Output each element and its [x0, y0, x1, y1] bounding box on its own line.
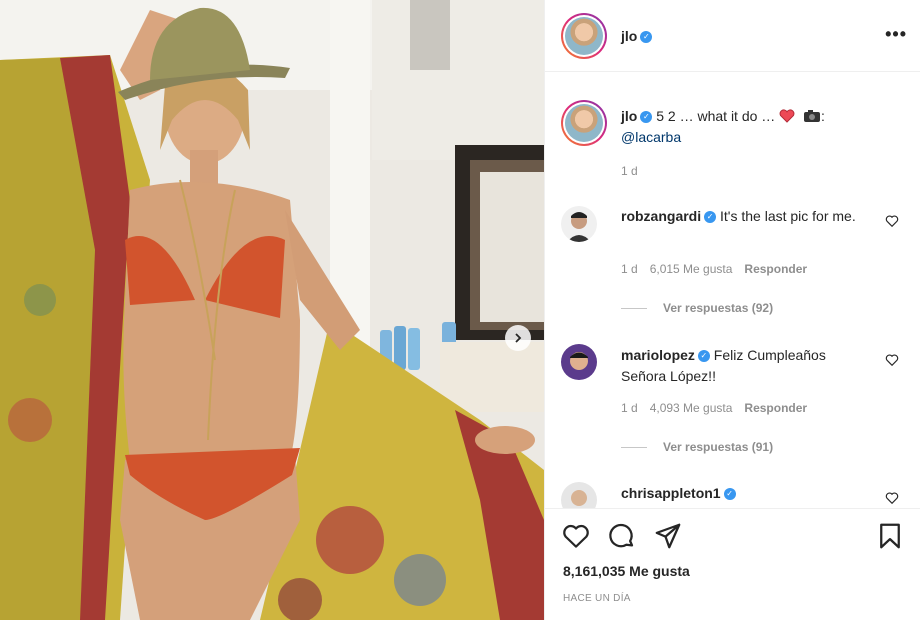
post-actions: 8,161,035 Me gusta HACE UN DÍA — [545, 508, 920, 620]
share-icon[interactable] — [653, 521, 683, 551]
verified-badge-icon: ✓ — [697, 350, 710, 363]
comment-like-heart-icon[interactable] — [885, 353, 899, 367]
chevron-right-icon — [515, 333, 522, 343]
view-replies-button[interactable]: Ver respuestas (91) — [621, 440, 773, 454]
comment-avatar[interactable] — [561, 344, 597, 380]
post-timestamp: HACE UN DÍA — [563, 593, 631, 604]
instagram-post: jlo ✓ ••• jlo ✓ 5 2 … what it do … : @la… — [0, 0, 920, 620]
caption-mention-link[interactable]: @lacarba — [621, 129, 681, 145]
view-replies-button[interactable]: Ver respuestas (92) — [621, 301, 773, 315]
avatar-image — [570, 352, 588, 370]
comment-meta: 1 d 4,093 Me gusta Responder — [621, 401, 819, 415]
reply-button[interactable]: Responder — [744, 262, 807, 276]
caption-avatar[interactable] — [561, 100, 607, 146]
comment-avatar[interactable] — [561, 206, 597, 242]
replies-divider — [621, 447, 647, 449]
replies-divider — [621, 308, 647, 310]
comment-time: 1 d — [621, 401, 638, 415]
verified-badge-icon: ✓ — [723, 488, 736, 501]
avatar-image — [571, 490, 587, 506]
view-replies-label[interactable]: Ver respuestas (91) — [663, 440, 773, 454]
caption: jlo ✓ 5 2 … what it do … : @lacarba — [621, 106, 891, 148]
comment-likes[interactable]: 6,015 Me gusta — [650, 262, 733, 276]
post-header: jlo ✓ ••• — [545, 0, 920, 72]
post-photo[interactable] — [0, 0, 544, 620]
comments-list[interactable]: jlo✓ 5 2 … what it do … : @lacarba 1 d — [545, 72, 920, 508]
comment-username[interactable]: mariolopez — [621, 347, 695, 363]
comment-like-heart-icon[interactable] — [885, 214, 899, 228]
heart-icon[interactable] — [561, 521, 591, 551]
post-side-panel: jlo ✓ ••• jlo ✓ 5 2 … what it do … : @la… — [544, 0, 920, 620]
red-heart-icon — [779, 109, 795, 123]
comment-like-heart-icon[interactable] — [885, 491, 899, 505]
comment-username[interactable]: robzangardi — [621, 208, 701, 224]
more-options-icon[interactable]: ••• — [885, 24, 907, 45]
comment-meta: 1 d 6,015 Me gusta Responder — [621, 262, 819, 276]
comment-likes[interactable]: 4,093 Me gusta — [650, 401, 733, 415]
next-photo-button[interactable] — [505, 325, 531, 351]
camera-icon — [803, 110, 820, 122]
avatar[interactable] — [561, 13, 607, 59]
view-replies-label[interactable]: Ver respuestas (92) — [663, 301, 773, 315]
comment-icon[interactable] — [607, 521, 637, 551]
verified-badge-icon: ✓ — [640, 111, 653, 124]
comment-username[interactable]: chrisappleton1 — [621, 485, 721, 501]
comment-time: 1 d — [621, 262, 638, 276]
caption-text: 5 2 … what it do … — [656, 108, 780, 124]
caption-colon: : — [820, 108, 825, 124]
verified-badge-icon: ✓ — [640, 30, 653, 43]
reply-button[interactable]: Responder — [744, 401, 807, 415]
comment-avatar[interactable] — [561, 482, 597, 508]
header-username[interactable]: jlo — [621, 28, 637, 44]
comment-text: It's the last pic for me. — [720, 208, 856, 224]
comment-row: robzangardi ✓ It's the last pic for me. — [621, 206, 871, 227]
caption-username[interactable]: jlo — [621, 108, 637, 124]
likes-count[interactable]: 8,161,035 Me gusta — [563, 563, 690, 579]
comment-row: mariolopez ✓ Feliz Cumpleaños Señora Lópe… — [621, 345, 871, 387]
verified-badge-icon: ✓ — [704, 211, 717, 224]
comment-row: chrisappleton1 ✓ — [621, 483, 871, 504]
bookmark-icon[interactable] — [875, 521, 905, 551]
photo-illustration — [0, 0, 544, 620]
avatar-image — [567, 212, 591, 242]
caption-time: 1 d — [621, 164, 638, 178]
